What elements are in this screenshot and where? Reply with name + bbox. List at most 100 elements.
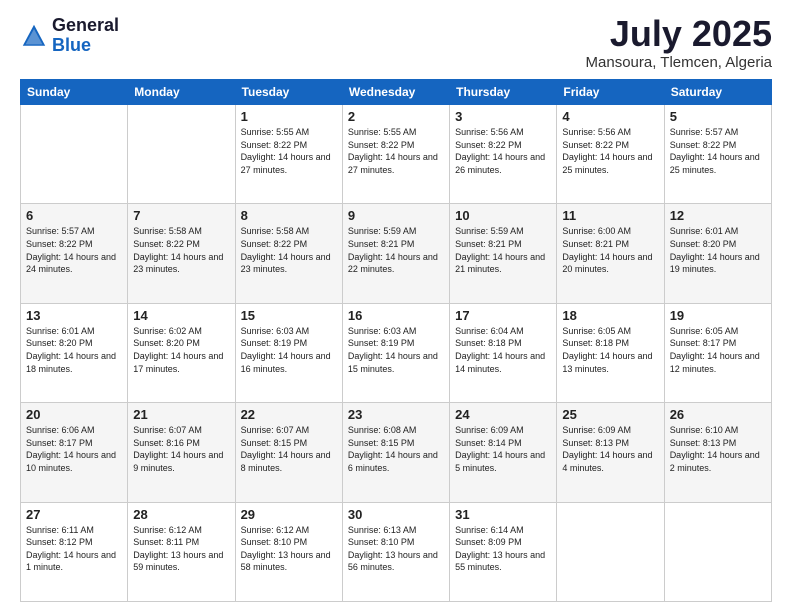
header-row: SundayMondayTuesdayWednesdayThursdayFrid… (21, 80, 772, 105)
week-row-4: 20 Sunrise: 6:06 AM Sunset: 8:17 PM Dayli… (21, 403, 772, 502)
day-number: 20 (26, 407, 122, 422)
day-info: Sunrise: 6:03 AM Sunset: 8:19 PM Dayligh… (241, 325, 337, 375)
day-cell: 24 Sunrise: 6:09 AM Sunset: 8:14 PM Dayli… (450, 403, 557, 502)
day-info: Sunrise: 6:10 AM Sunset: 8:13 PM Dayligh… (670, 424, 766, 474)
week-row-1: 1 Sunrise: 5:55 AM Sunset: 8:22 PM Daylig… (21, 105, 772, 204)
day-number: 14 (133, 308, 229, 323)
day-cell (557, 502, 664, 601)
day-cell (664, 502, 771, 601)
day-info: Sunrise: 5:57 AM Sunset: 8:22 PM Dayligh… (26, 225, 122, 275)
week-row-3: 13Sunrise: 6:01 AM Sunset: 8:20 PM Dayli… (21, 303, 772, 402)
day-number: 17 (455, 308, 551, 323)
day-cell: 22Sunrise: 6:07 AM Sunset: 8:15 PM Dayli… (235, 403, 342, 502)
day-number: 15 (241, 308, 337, 323)
day-cell: 6Sunrise: 5:57 AM Sunset: 8:22 PM Daylig… (21, 204, 128, 303)
day-info: Sunrise: 6:12 AM Sunset: 8:11 PM Dayligh… (133, 524, 229, 574)
header: General Blue July 2025 Mansoura, Tlemcen… (20, 16, 772, 71)
day-number: 2 (348, 109, 444, 124)
day-cell: 27Sunrise: 6:11 AM Sunset: 8:12 PM Dayli… (21, 502, 128, 601)
day-number: 3 (455, 109, 551, 124)
day-header-tuesday: Tuesday (235, 80, 342, 105)
day-cell: 13Sunrise: 6:01 AM Sunset: 8:20 PM Dayli… (21, 303, 128, 402)
day-cell: 3 Sunrise: 5:56 AM Sunset: 8:22 PM Daylig… (450, 105, 557, 204)
day-info: Sunrise: 6:02 AM Sunset: 8:20 PM Dayligh… (133, 325, 229, 375)
day-number: 29 (241, 507, 337, 522)
day-number: 10 (455, 208, 551, 223)
day-info: Sunrise: 6:06 AM Sunset: 8:17 PM Dayligh… (26, 424, 122, 474)
day-number: 12 (670, 208, 766, 223)
day-info: Sunrise: 6:03 AM Sunset: 8:19 PM Dayligh… (348, 325, 444, 375)
day-number: 21 (133, 407, 229, 422)
day-header-thursday: Thursday (450, 80, 557, 105)
day-cell: 29 Sunrise: 6:12 AM Sunset: 8:10 PM Dayli… (235, 502, 342, 601)
title-location: Mansoura, Tlemcen, Algeria (586, 54, 772, 71)
day-info: Sunrise: 6:00 AM Sunset: 8:21 PM Dayligh… (562, 225, 658, 275)
day-info: Sunrise: 6:05 AM Sunset: 8:18 PM Dayligh… (562, 325, 658, 375)
day-number: 25 (562, 407, 658, 422)
day-cell: 12 Sunrise: 6:01 AM Sunset: 8:20 PM Dayli… (664, 204, 771, 303)
day-info: Sunrise: 5:56 AM Sunset: 8:22 PM Dayligh… (562, 126, 658, 176)
week-row-5: 27Sunrise: 6:11 AM Sunset: 8:12 PM Dayli… (21, 502, 772, 601)
day-cell: 1Sunrise: 5:55 AM Sunset: 8:22 PM Daylig… (235, 105, 342, 204)
day-header-sunday: Sunday (21, 80, 128, 105)
day-info: Sunrise: 6:07 AM Sunset: 8:15 PM Dayligh… (241, 424, 337, 474)
day-cell: 30 Sunrise: 6:13 AM Sunset: 8:10 PM Dayli… (342, 502, 449, 601)
day-info: Sunrise: 6:09 AM Sunset: 8:13 PM Dayligh… (562, 424, 658, 474)
day-info: Sunrise: 5:56 AM Sunset: 8:22 PM Dayligh… (455, 126, 551, 176)
day-cell: 31 Sunrise: 6:14 AM Sunset: 8:09 PM Dayli… (450, 502, 557, 601)
day-cell: 4 Sunrise: 5:56 AM Sunset: 8:22 PM Daylig… (557, 105, 664, 204)
day-info: Sunrise: 6:12 AM Sunset: 8:10 PM Dayligh… (241, 524, 337, 574)
day-cell: 20 Sunrise: 6:06 AM Sunset: 8:17 PM Dayli… (21, 403, 128, 502)
day-cell: 28 Sunrise: 6:12 AM Sunset: 8:11 PM Dayli… (128, 502, 235, 601)
day-number: 5 (670, 109, 766, 124)
day-info: Sunrise: 5:59 AM Sunset: 8:21 PM Dayligh… (455, 225, 551, 275)
day-number: 13 (26, 308, 122, 323)
day-info: Sunrise: 6:05 AM Sunset: 8:17 PM Dayligh… (670, 325, 766, 375)
day-info: Sunrise: 5:55 AM Sunset: 8:22 PM Dayligh… (348, 126, 444, 176)
day-number: 24 (455, 407, 551, 422)
day-cell: 10 Sunrise: 5:59 AM Sunset: 8:21 PM Dayli… (450, 204, 557, 303)
day-number: 30 (348, 507, 444, 522)
day-number: 4 (562, 109, 658, 124)
day-info: Sunrise: 6:04 AM Sunset: 8:18 PM Dayligh… (455, 325, 551, 375)
day-number: 11 (562, 208, 658, 223)
day-info: Sunrise: 6:01 AM Sunset: 8:20 PM Dayligh… (670, 225, 766, 275)
day-cell (128, 105, 235, 204)
day-number: 23 (348, 407, 444, 422)
day-cell: 19 Sunrise: 6:05 AM Sunset: 8:17 PM Dayli… (664, 303, 771, 402)
day-cell: 14 Sunrise: 6:02 AM Sunset: 8:20 PM Dayli… (128, 303, 235, 402)
day-number: 27 (26, 507, 122, 522)
day-cell: 2 Sunrise: 5:55 AM Sunset: 8:22 PM Daylig… (342, 105, 449, 204)
day-cell: 21Sunrise: 6:07 AM Sunset: 8:16 PM Dayli… (128, 403, 235, 502)
day-info: Sunrise: 6:08 AM Sunset: 8:15 PM Dayligh… (348, 424, 444, 474)
day-info: Sunrise: 6:13 AM Sunset: 8:10 PM Dayligh… (348, 524, 444, 574)
page: General Blue July 2025 Mansoura, Tlemcen… (0, 0, 792, 612)
day-cell: 18 Sunrise: 6:05 AM Sunset: 8:18 PM Dayli… (557, 303, 664, 402)
day-info: Sunrise: 5:58 AM Sunset: 8:22 PM Dayligh… (241, 225, 337, 275)
logo-blue: Blue (52, 35, 91, 55)
day-header-wednesday: Wednesday (342, 80, 449, 105)
day-info: Sunrise: 5:57 AM Sunset: 8:22 PM Dayligh… (670, 126, 766, 176)
day-cell: 7 Sunrise: 5:58 AM Sunset: 8:22 PM Daylig… (128, 204, 235, 303)
day-info: Sunrise: 6:09 AM Sunset: 8:14 PM Dayligh… (455, 424, 551, 474)
day-number: 16 (348, 308, 444, 323)
day-cell: 23 Sunrise: 6:08 AM Sunset: 8:15 PM Dayli… (342, 403, 449, 502)
day-cell (21, 105, 128, 204)
day-cell: 26Sunrise: 6:10 AM Sunset: 8:13 PM Dayli… (664, 403, 771, 502)
day-number: 7 (133, 208, 229, 223)
day-header-saturday: Saturday (664, 80, 771, 105)
day-number: 18 (562, 308, 658, 323)
day-info: Sunrise: 5:59 AM Sunset: 8:21 PM Dayligh… (348, 225, 444, 275)
day-number: 28 (133, 507, 229, 522)
day-number: 9 (348, 208, 444, 223)
logo-text: General Blue (52, 16, 119, 56)
day-number: 31 (455, 507, 551, 522)
day-number: 1 (241, 109, 337, 124)
day-info: Sunrise: 6:14 AM Sunset: 8:09 PM Dayligh… (455, 524, 551, 574)
day-info: Sunrise: 5:58 AM Sunset: 8:22 PM Dayligh… (133, 225, 229, 275)
logo-general: General (52, 15, 119, 35)
day-header-monday: Monday (128, 80, 235, 105)
title-month: July 2025 (586, 16, 772, 52)
day-cell: 9 Sunrise: 5:59 AM Sunset: 8:21 PM Daylig… (342, 204, 449, 303)
day-number: 19 (670, 308, 766, 323)
